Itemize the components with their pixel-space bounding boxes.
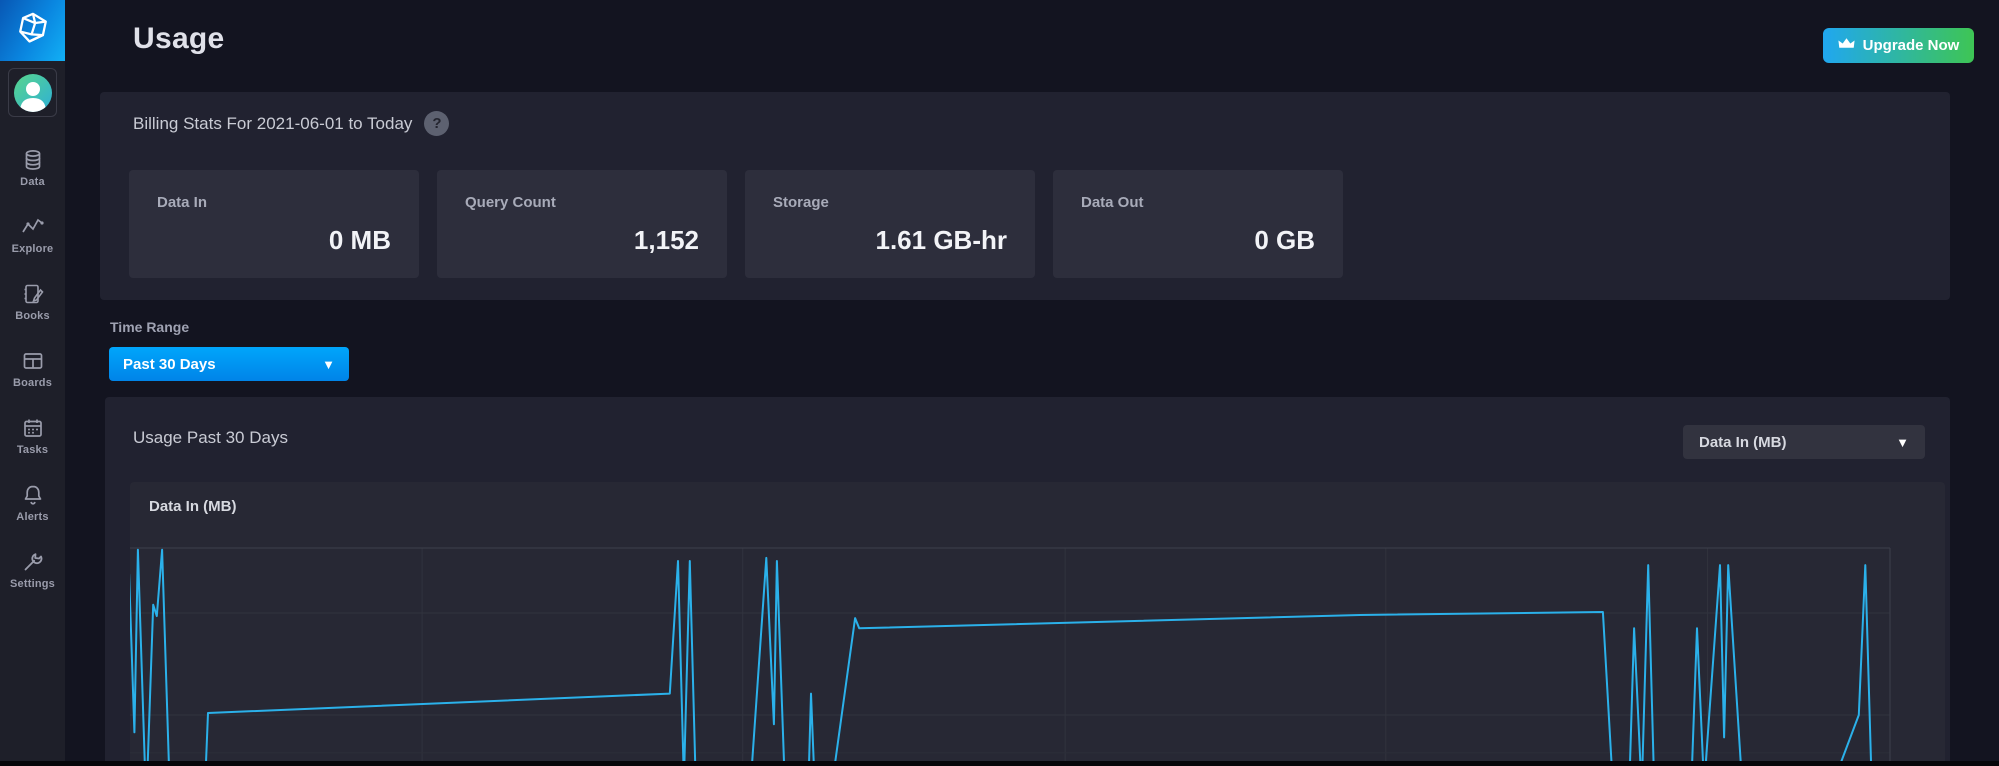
sidebar-item-books[interactable]: Books <box>0 269 65 336</box>
avatar[interactable] <box>8 68 57 117</box>
sidebar-nav: Data Explore Books Boards Tasks Alerts S… <box>0 135 65 604</box>
influxdb-logo[interactable] <box>0 0 65 61</box>
sidebar-item-label: Tasks <box>16 444 49 456</box>
chevron-down-icon: ▼ <box>322 356 335 372</box>
stat-label: Query Count <box>465 194 556 211</box>
database-icon <box>22 149 44 171</box>
bell-icon <box>22 484 44 506</box>
sidebar-item-label: Books <box>15 310 50 322</box>
stat-value: 0 GB <box>1254 225 1315 255</box>
calendar-icon <box>22 417 44 439</box>
sidebar-item-label: Explore <box>11 243 54 255</box>
sidebar-item-label: Boards <box>12 377 53 389</box>
notebook-pencil-icon <box>22 283 44 305</box>
stat-label: Data In <box>157 194 208 211</box>
upgrade-now-label: Upgrade Now <box>1862 37 1960 54</box>
graph-line-icon <box>21 216 45 238</box>
wrench-icon <box>22 551 44 573</box>
main-content: Usage Upgrade Now Billing Stats For 2021… <box>65 0 1999 766</box>
crown-icon <box>1838 37 1855 54</box>
stat-card-storage: Storage 1.61 GB-hr <box>745 170 1035 278</box>
sidebar-item-explore[interactable]: Explore <box>0 202 65 269</box>
window-bottom-edge <box>0 761 1999 766</box>
billing-cards-row: Data In 0 MB Query Count 1,152 Storage 1… <box>129 170 1343 278</box>
sidebar-item-tasks[interactable]: Tasks <box>0 403 65 470</box>
sidebar-item-label: Alerts <box>16 511 49 523</box>
usage-line-chart[interactable]: 12 <box>130 482 1945 766</box>
stat-card-data-out: Data Out 0 GB <box>1053 170 1343 278</box>
stat-label: Storage <box>773 194 829 211</box>
metric-dropdown-selected: Data In (MB) <box>1699 433 1787 451</box>
upgrade-now-button[interactable]: Upgrade Now <box>1823 28 1974 63</box>
stat-card-data-in: Data In 0 MB <box>129 170 419 278</box>
stat-card-query-count: Query Count 1,152 <box>437 170 727 278</box>
usage-panel-title: Usage Past 30 Days <box>133 428 288 447</box>
sidebar-item-settings[interactable]: Settings <box>0 537 65 604</box>
page-title: Usage <box>133 22 225 55</box>
help-icon[interactable]: ? <box>424 111 450 136</box>
dashboard-grid-icon <box>22 350 44 372</box>
billing-title: Billing Stats For 2021-06-01 to Today <box>133 113 413 133</box>
time-range-dropdown[interactable]: Past 30 Days ▼ <box>109 347 349 381</box>
stat-value: 0 MB <box>328 225 391 255</box>
time-range-selected: Past 30 Days <box>123 355 216 373</box>
sidebar-item-alerts[interactable]: Alerts <box>0 470 65 537</box>
sidebar: Data Explore Books Boards Tasks Alerts S… <box>0 0 65 766</box>
billing-panel: Billing Stats For 2021-06-01 to Today ? … <box>100 92 1950 300</box>
usage-panel: Usage Past 30 Days Data In (MB) ▼ Data I… <box>105 397 1950 766</box>
billing-title-row: Billing Stats For 2021-06-01 to Today ? <box>133 111 450 136</box>
metric-dropdown[interactable]: Data In (MB) ▼ <box>1683 425 1925 459</box>
cube-logo-icon <box>16 11 50 50</box>
stat-value: 1,152 <box>633 225 699 255</box>
user-avatar-icon <box>13 73 52 112</box>
sidebar-item-data[interactable]: Data <box>0 135 65 202</box>
chevron-down-icon: ▼ <box>1896 434 1909 450</box>
sidebar-item-boards[interactable]: Boards <box>0 336 65 403</box>
sidebar-item-label: Settings <box>10 578 55 590</box>
chart-card: Data In (MB) 12 <box>130 482 1945 766</box>
sidebar-item-label: Data <box>20 176 45 188</box>
stat-label: Data Out <box>1081 194 1144 211</box>
stat-value: 1.61 GB-hr <box>875 225 1008 255</box>
time-range-label: Time Range <box>110 319 190 335</box>
